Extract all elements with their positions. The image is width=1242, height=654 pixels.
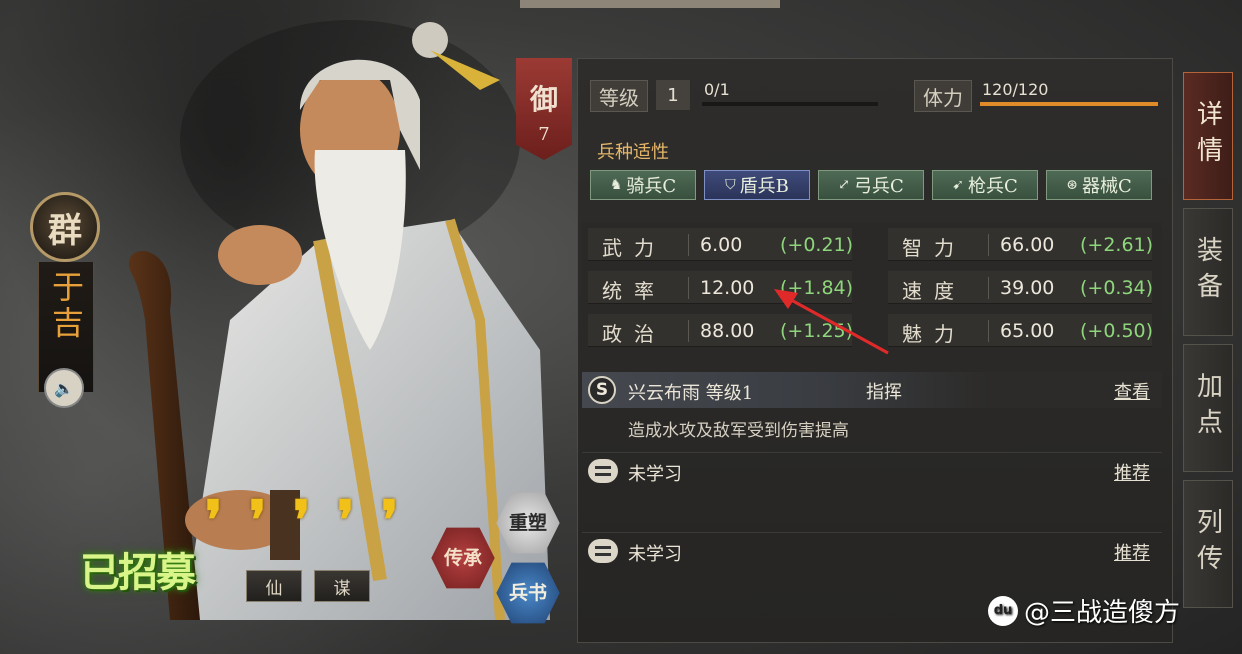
troop-siege[interactable]: ⊛ 器械C [1046, 170, 1152, 200]
exp-text: 0/1 [704, 80, 730, 99]
rank-banner: 御 7 [516, 58, 572, 160]
spear-icon: ➹ [952, 177, 964, 193]
hero-name: 于吉 [47, 270, 85, 342]
military-book-label: 兵书 [508, 581, 547, 604]
stamina-label: 体力 [914, 80, 972, 112]
recommend-skill-link[interactable]: 推荐 [1114, 539, 1150, 565]
tag-mou[interactable]: 谋 [314, 570, 370, 602]
attr-value: 12.00 [700, 277, 755, 299]
stamina-text: 120/120 [982, 80, 1049, 99]
tab-biography[interactable]: 列传 [1183, 480, 1233, 608]
attr-bonus: (+2.61) [1080, 234, 1154, 256]
troop-label: 骑兵C [626, 176, 677, 197]
attr-name: 智力 [902, 236, 966, 260]
star-icon: ❜ [205, 488, 223, 552]
attr-name: 速度 [902, 279, 966, 303]
divider [688, 277, 689, 299]
watermark: du @三战造傻方 [988, 592, 1180, 629]
skill-description: 造成水攻及敌军受到伤害提高 [628, 421, 849, 441]
rank-label: 御 [529, 83, 558, 116]
troop-label: 枪兵C [967, 176, 1018, 197]
inherit-label: 传承 [443, 546, 482, 569]
shield-icon: ⛉ [725, 177, 736, 193]
level-label: 等级 [590, 80, 648, 112]
troop-label: 盾兵B [739, 176, 789, 197]
recommend-skill-link[interactable]: 推荐 [1114, 459, 1150, 485]
troop-aptitude-list: ♞ 骑兵C ⛉ 盾兵B ⤢ 弓兵C ➹ 枪兵C ⊛ 器械C [590, 170, 1152, 200]
attr-value: 39.00 [1000, 277, 1055, 299]
bow-icon: ⤢ [838, 177, 850, 193]
speaker-icon: 🔈 [54, 378, 74, 398]
tab-attribute-points[interactable]: 加点 [1183, 344, 1233, 472]
skill-type: 指挥 [866, 382, 902, 403]
troop-archer[interactable]: ⤢ 弓兵C [818, 170, 924, 200]
attr-bonus: (+0.34) [1080, 277, 1154, 299]
star-icon: ❜ [293, 488, 311, 552]
rank-value: 7 [538, 124, 550, 145]
view-skill-link[interactable]: 查看 [1114, 378, 1150, 404]
star-icon: ❜ [337, 488, 355, 552]
tag-xian[interactable]: 仙 [246, 570, 302, 602]
troop-aptitude-title: 兵种适性 [597, 142, 669, 163]
skill-grade-badge: S [588, 376, 616, 404]
attr-value: 65.00 [1000, 320, 1055, 342]
level-value: 1 [656, 80, 690, 110]
skill-name: 兴云布雨 等级1 [628, 383, 754, 404]
recruited-stamp: 已招募 [80, 549, 196, 596]
attr-row-force: 武力 6.00 (+0.21) [588, 228, 854, 261]
scroll-icon [588, 539, 618, 563]
attr-name: 魅力 [902, 322, 966, 346]
star-icon: ❜ [249, 488, 267, 552]
divider [688, 320, 689, 342]
attr-name: 政治 [602, 322, 666, 346]
gear-icon: ⊛ [1066, 177, 1078, 193]
skill-slot-2[interactable]: 未学习 推荐 [582, 452, 1162, 522]
troop-cavalry[interactable]: ♞ 骑兵C [590, 170, 696, 200]
annotation-arrow [774, 289, 889, 355]
star-rating: ❜ ❜ ❜ ❜ ❜ [205, 488, 415, 552]
attr-value: 6.00 [700, 234, 743, 256]
attr-row-speed: 速度 39.00 (+0.34) [888, 271, 1154, 304]
divider [988, 234, 989, 256]
skill-slot-1: S 兴云布雨 等级1 指挥 查看 造成水攻及敌军受到伤害提高 [582, 372, 1162, 450]
attr-value: 66.00 [1000, 234, 1055, 256]
troop-label: 弓兵C [853, 176, 904, 197]
horse-icon: ♞ [609, 177, 623, 193]
scroll-icon [588, 459, 618, 483]
attr-name: 统率 [602, 279, 666, 303]
divider [988, 320, 989, 342]
attr-row-charm: 魅力 65.00 (+0.50) [888, 314, 1154, 347]
baidu-logo: du [988, 595, 1018, 626]
attr-bonus: (+0.21) [780, 234, 854, 256]
stamina-bar-fill [980, 102, 1158, 106]
tab-details[interactable]: 详情 [1183, 72, 1233, 200]
star-icon: ❜ [381, 488, 399, 552]
troop-shield[interactable]: ⛉ 盾兵B [704, 170, 810, 200]
faction-badge: 群 [30, 192, 100, 262]
stamina-bar [980, 102, 1158, 106]
skill-name: 未学习 [628, 544, 682, 565]
exp-bar [702, 102, 878, 106]
skill-name: 未学习 [628, 464, 682, 485]
tab-equipment[interactable]: 装备 [1183, 208, 1233, 336]
reshape-label: 重塑 [508, 511, 547, 534]
divider [688, 234, 689, 256]
watermark-text: @三战造傻方 [1024, 598, 1181, 628]
divider [988, 277, 989, 299]
attr-row-intelligence: 智力 66.00 (+2.61) [888, 228, 1154, 261]
attr-name: 武力 [602, 236, 666, 260]
troop-label: 器械C [1081, 176, 1132, 197]
attr-value: 88.00 [700, 320, 755, 342]
voice-button[interactable]: 🔈 [44, 368, 84, 408]
attr-bonus: (+0.50) [1080, 320, 1154, 342]
top-decoration [520, 0, 780, 8]
troop-spear[interactable]: ➹ 枪兵C [932, 170, 1038, 200]
